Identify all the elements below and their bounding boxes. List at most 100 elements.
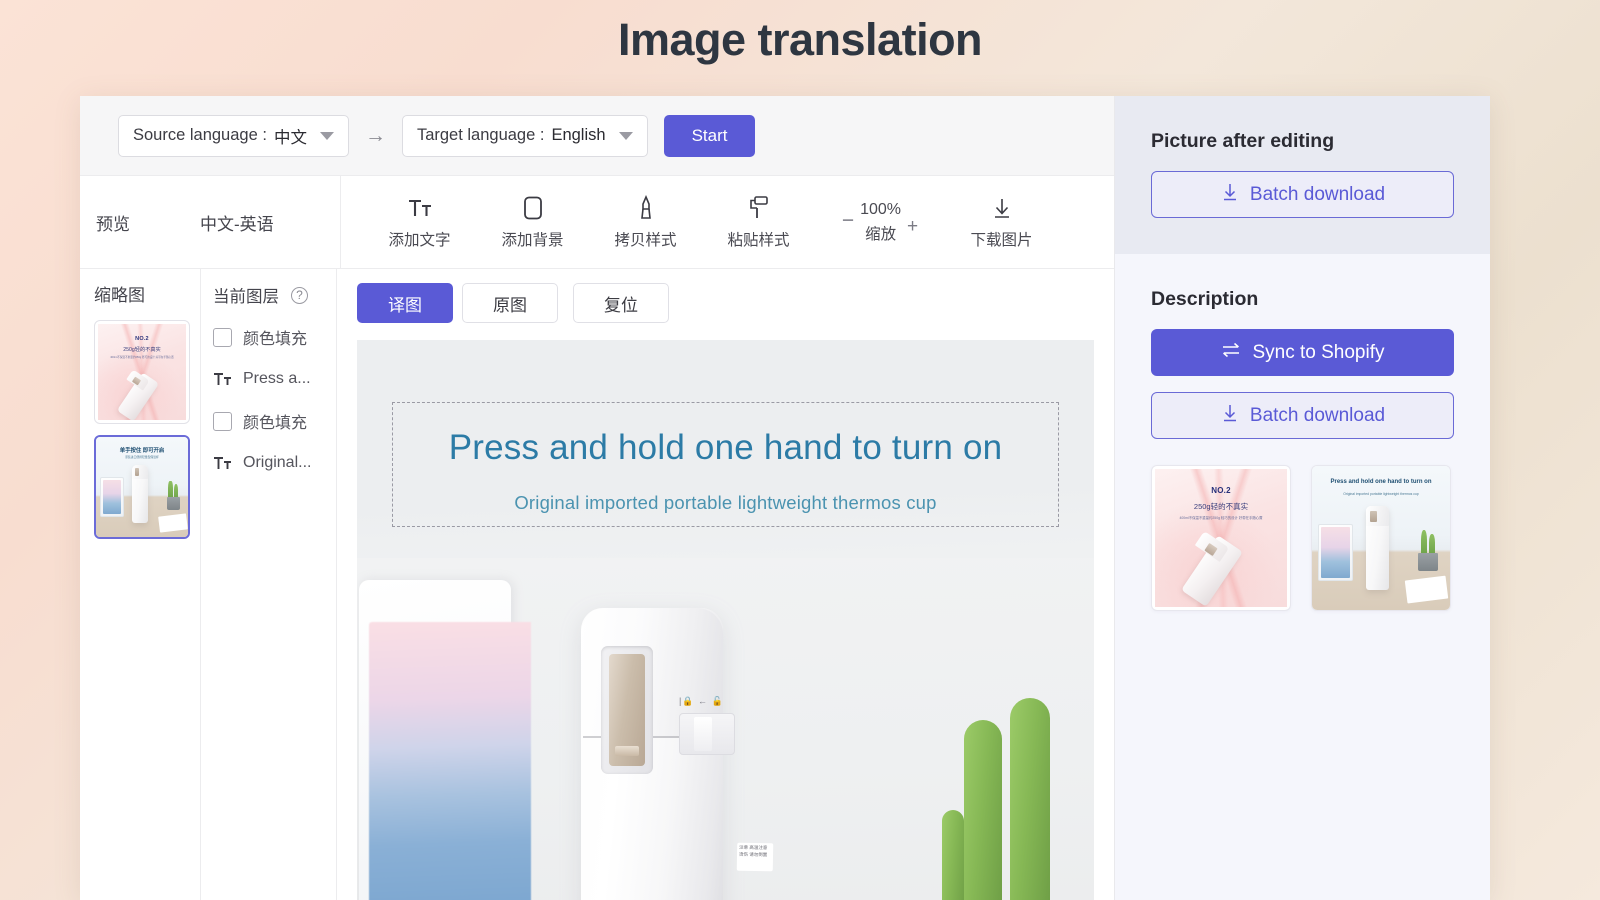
- metal-clip-shape: [609, 654, 645, 766]
- result-thumb-2-sub: Original imported portable lightweight t…: [1312, 492, 1450, 496]
- result-thumb-1-no: NO.2: [1155, 486, 1287, 495]
- source-language-label: Source language :: [133, 126, 267, 145]
- thumbnail-1-art-sub: 250g轻的不真实: [98, 346, 186, 353]
- add-background-tool[interactable]: 添加背景: [476, 195, 589, 250]
- result-thumbnails: NO.2 250g轻的不真实 400ml不保温不重量约250g 轻巧的设计 好带…: [1151, 465, 1454, 611]
- batch-download-button-bottom[interactable]: Batch download: [1151, 392, 1454, 439]
- paste-style-tool[interactable]: 粘贴样式: [702, 195, 815, 250]
- layer-label: Original...: [243, 454, 311, 472]
- warning-label: 注意 高温注意 烫伤 请勿倒置: [737, 843, 773, 872]
- thumbnail-2[interactable]: 单手按住 即可开启 原装进口便携轻量型保温杯: [94, 435, 190, 539]
- zoom-control: − 100% 缩放 +: [815, 201, 945, 244]
- result-thumb-1-sub: 250g轻的不真实: [1155, 501, 1287, 512]
- batch-download-label: Batch download: [1250, 405, 1385, 427]
- layer-label: 颜色填充: [243, 325, 307, 349]
- batch-download-button-top[interactable]: Batch download: [1151, 171, 1454, 218]
- paper-shape: [1405, 576, 1449, 604]
- language-pair-label: 中文-英语: [200, 176, 340, 268]
- copy-style-tool[interactable]: 拷贝样式: [589, 195, 702, 250]
- thumbnail-2-art: 单手按住 即可开启 原装进口便携轻量型保温杯: [96, 437, 188, 537]
- chevron-down-icon: [619, 132, 633, 140]
- layer-checkbox[interactable]: [213, 412, 232, 431]
- help-icon[interactable]: ?: [291, 287, 308, 304]
- add-text-label: 添加文字: [388, 228, 450, 250]
- result-thumb-2-title: Press and hold one hand to turn on: [1312, 479, 1450, 485]
- description-section: Description Sync to Shopify Batch downlo…: [1115, 254, 1490, 900]
- page-title: Image translation: [0, 14, 1600, 66]
- text-size-icon: [213, 371, 232, 387]
- batch-download-label: Batch download: [1250, 184, 1385, 206]
- layer-item-text-2[interactable]: Original...: [213, 454, 336, 472]
- toolbar-tools: 添加文字 添加背景: [340, 176, 1114, 268]
- cactus-plant-shape: [938, 738, 1078, 900]
- result-thumbnail-1[interactable]: NO.2 250g轻的不真实 400ml不保温不重量约250g 轻巧的设计 好带…: [1151, 465, 1291, 611]
- lock-indicator-label: |🔒 ← 🔓: [679, 696, 737, 708]
- result-thumbnail-2[interactable]: Press and hold one hand to turn on Origi…: [1311, 465, 1451, 611]
- layer-checkbox[interactable]: [213, 328, 232, 347]
- source-language-select[interactable]: Source language : 中文: [118, 115, 349, 157]
- target-language-label: Target language :: [417, 126, 545, 145]
- layer-item-color-fill-2[interactable]: 颜色填充: [213, 409, 336, 433]
- zoom-value: 100%: [860, 201, 901, 219]
- source-language-value: 中文: [274, 124, 307, 148]
- layer-label: 颜色填充: [243, 409, 307, 433]
- download-icon: [1220, 182, 1240, 208]
- arrow-right-icon: →: [365, 125, 386, 146]
- image-canvas[interactable]: Press and hold one hand to turn on Origi…: [357, 340, 1094, 900]
- target-language-select[interactable]: Target language : English: [402, 115, 648, 157]
- canvas-tabs: 译图 原图 复位: [357, 283, 1094, 323]
- copy-style-label: 拷贝样式: [614, 228, 676, 250]
- layer-item-text-1[interactable]: Press a...: [213, 370, 336, 388]
- thumbnail-1-art: NO.2 250g轻的不真实 400ml不保温不重量约250g 轻巧的设计 好带…: [98, 324, 186, 420]
- plant-shape: [167, 482, 180, 510]
- bottle-clip-shape: [135, 468, 140, 476]
- tablet-shape: [1318, 524, 1354, 582]
- sync-to-shopify-label: Sync to Shopify: [1252, 342, 1384, 364]
- thumbnails-panel: 缩略图 NO.2 250g轻的不真实 400ml不保温不重量约250g 轻巧的设…: [80, 269, 200, 900]
- chevron-down-icon: [320, 132, 334, 140]
- thumbnail-2-art-sub: 原装进口便携轻量型保温杯: [96, 455, 188, 459]
- start-button[interactable]: Start: [664, 115, 756, 157]
- editor-body: 缩略图 NO.2 250g轻的不真实 400ml不保温不重量约250g 轻巧的设…: [80, 269, 1114, 900]
- layer-item-color-fill-1[interactable]: 颜色填充: [213, 325, 336, 349]
- tab-reset[interactable]: 复位: [573, 283, 669, 323]
- tab-original[interactable]: 原图: [462, 283, 558, 323]
- sync-arrows-icon: [1220, 341, 1242, 365]
- result-thumbnail-1-art: NO.2 250g轻的不真实 400ml不保温不重量约250g 轻巧的设计 好带…: [1155, 469, 1287, 607]
- canvas-panel: 译图 原图 复位 Press and hold one hand to turn…: [336, 269, 1114, 900]
- download-image-label: 下载图片: [970, 228, 1032, 250]
- download-icon: [1220, 403, 1240, 429]
- layers-panel: 当前图层 ? 颜色填充 Press a...: [200, 269, 336, 900]
- zoom-readout: 100% 缩放: [860, 201, 901, 244]
- canvas-subhead[interactable]: Original imported portable lightweight t…: [357, 492, 1094, 514]
- result-thumbnail-2-art: Press and hold one hand to turn on Origi…: [1312, 466, 1450, 610]
- thumbnail-2-art-title: 单手按住 即可开启: [96, 446, 188, 454]
- right-panel: Picture after editing Batch download Des…: [1115, 96, 1490, 900]
- paper-shape: [158, 513, 187, 532]
- tab-translated[interactable]: 译图: [357, 283, 453, 323]
- zoom-out-button[interactable]: −: [842, 209, 854, 235]
- preview-label: 预览: [80, 176, 200, 268]
- target-language-value: English: [551, 126, 605, 145]
- add-background-label: 添加背景: [501, 228, 563, 250]
- add-text-tool[interactable]: 添加文字: [363, 195, 476, 250]
- rounded-rect-icon: [522, 195, 544, 221]
- layer-label: Press a...: [243, 370, 311, 388]
- editor-area: Source language : 中文 → Target language :…: [80, 96, 1115, 900]
- lock-switch-shape: [679, 713, 735, 755]
- description-title: Description: [1151, 288, 1454, 311]
- bottle-clip-shape: [1370, 511, 1377, 523]
- thumbnail-1[interactable]: NO.2 250g轻的不真实 400ml不保温不重量约250g 轻巧的设计 好带…: [94, 320, 190, 424]
- brush-icon: [636, 195, 656, 221]
- text-size-icon: [407, 195, 433, 221]
- language-bar: Source language : 中文 → Target language :…: [80, 96, 1114, 176]
- toolbar: 预览 中文-英语 添加文字: [80, 176, 1114, 269]
- sync-to-shopify-button[interactable]: Sync to Shopify: [1151, 329, 1454, 376]
- picture-after-editing-title: Picture after editing: [1151, 130, 1454, 153]
- app-window: Source language : 中文 → Target language :…: [80, 96, 1490, 900]
- zoom-in-button[interactable]: +: [907, 216, 918, 244]
- tablet-shape: [359, 580, 511, 900]
- download-image-tool[interactable]: 下载图片: [945, 195, 1058, 250]
- layers-heading: 当前图层: [213, 283, 279, 307]
- canvas-headline[interactable]: Press and hold one hand to turn on: [357, 428, 1094, 468]
